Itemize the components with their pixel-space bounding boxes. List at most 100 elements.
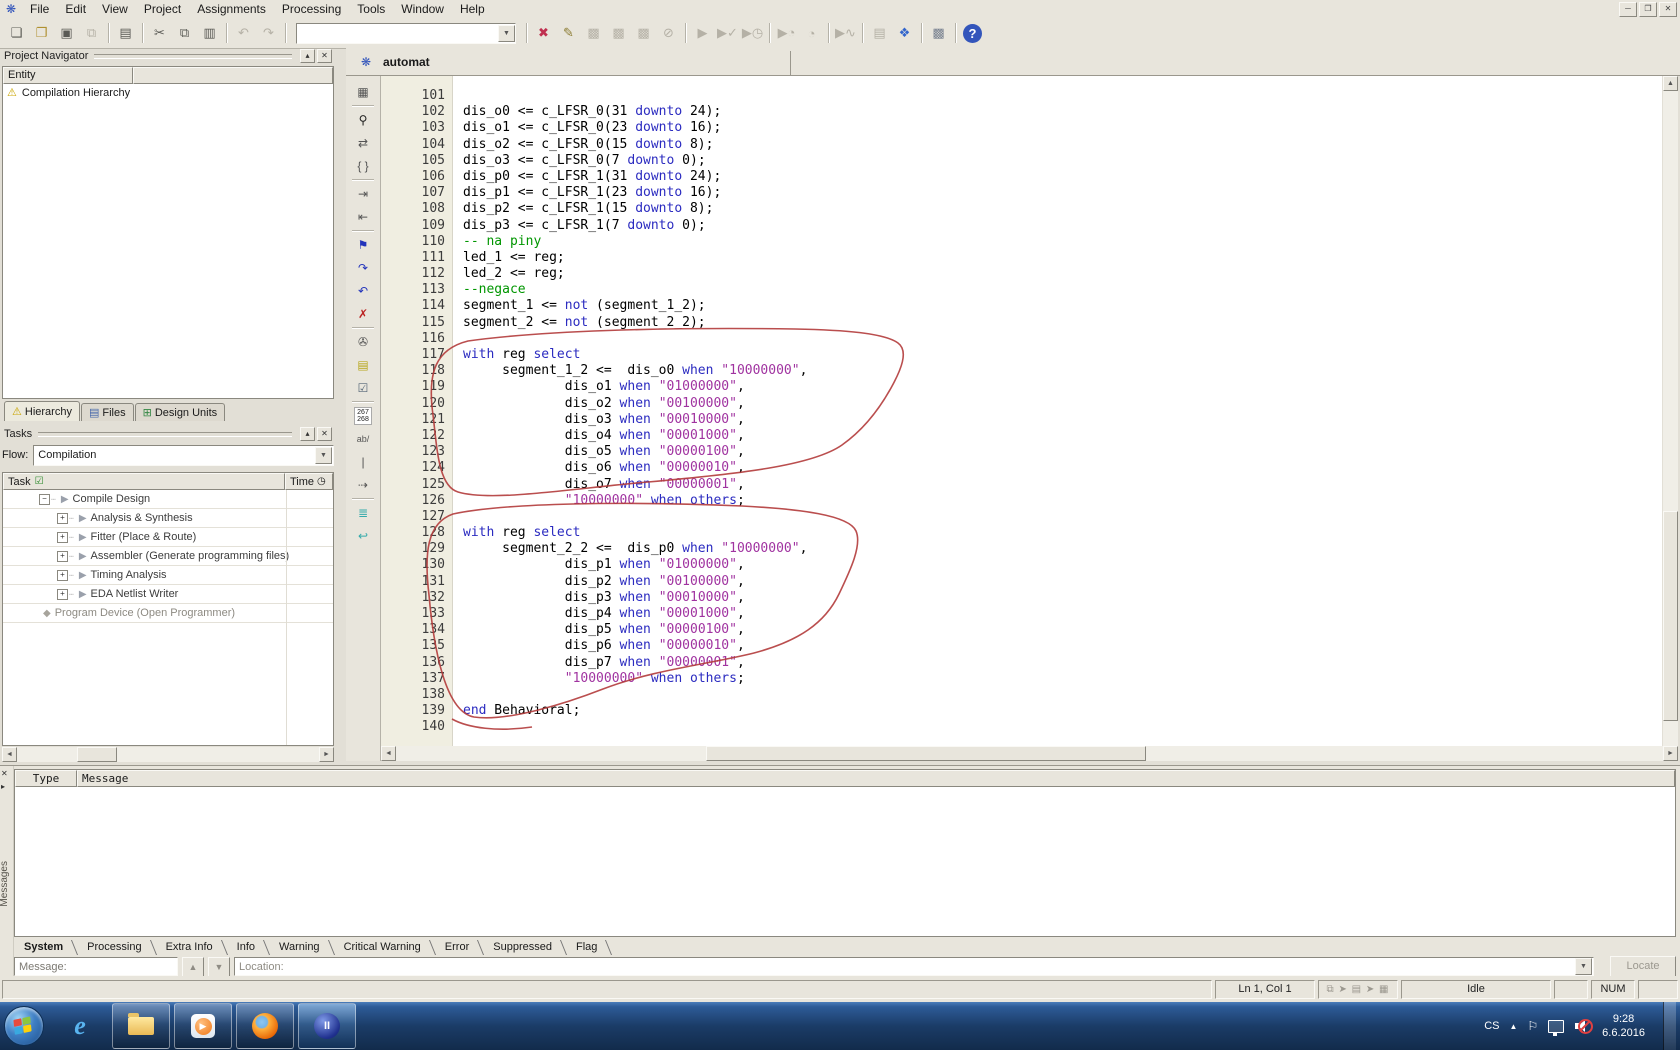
messages-tab-error[interactable]: Error bbox=[437, 939, 485, 955]
code-line[interactable]: 111led_1 <= reg; bbox=[381, 250, 1662, 266]
code-line[interactable]: 136 dis_p7 when "00000001", bbox=[381, 655, 1662, 671]
location-combobox[interactable]: Location: ▼ bbox=[234, 957, 1594, 976]
code-line[interactable]: 131 dis_p2 when "00100000", bbox=[381, 574, 1662, 590]
code-line[interactable]: 103dis_o1 <= c_LFSR_0(23 downto 16); bbox=[381, 120, 1662, 136]
rtl-viewer-button[interactable]: ❖ bbox=[892, 21, 917, 45]
scrollbar-thumb[interactable] bbox=[706, 746, 1146, 761]
menu-file[interactable]: File bbox=[22, 1, 57, 17]
text-mode-icon[interactable]: ab/ bbox=[351, 427, 375, 450]
toggle-bookmark-icon[interactable]: ⚑ bbox=[351, 233, 375, 256]
find-icon[interactable]: ⚲ bbox=[351, 108, 375, 131]
entity-column-header[interactable]: Entity bbox=[3, 67, 133, 84]
flow-combobox[interactable]: Compilation ▼ bbox=[33, 445, 334, 466]
messages-tab-info[interactable]: Info bbox=[229, 939, 271, 955]
menu-view[interactable]: View bbox=[94, 1, 136, 17]
code-line[interactable]: 112led_2 <= reg; bbox=[381, 266, 1662, 282]
tasks-titlebar[interactable]: Tasks ▴ ✕ bbox=[2, 426, 334, 442]
tab-automat[interactable]: automat bbox=[383, 55, 430, 69]
attach-icon[interactable]: ✇ bbox=[351, 330, 375, 353]
convert-icon[interactable]: ↩ bbox=[351, 524, 375, 547]
empty-column-header[interactable] bbox=[133, 67, 333, 84]
messages-tab-flag[interactable]: Flag bbox=[568, 939, 613, 955]
task-row[interactable]: +┄▶EDA Netlist Writer bbox=[3, 585, 333, 604]
tab-files[interactable]: ▤Files bbox=[81, 403, 134, 421]
messages-tab-extra-info[interactable]: Extra Info bbox=[158, 939, 229, 955]
locate-button[interactable]: Locate bbox=[1610, 956, 1676, 977]
volume-muted-icon[interactable] bbox=[1574, 1018, 1592, 1034]
task-row[interactable]: +┄▶Timing Analysis bbox=[3, 566, 333, 585]
check-syntax-icon[interactable]: ☑ bbox=[351, 376, 375, 399]
expand-box-icon[interactable]: + bbox=[57, 589, 68, 600]
code-line[interactable]: 133 dis_p4 when "00001000", bbox=[381, 606, 1662, 622]
scroll-left-icon[interactable]: ◄ bbox=[2, 747, 17, 762]
editor-vertical-scrollbar[interactable]: ▲ ▼ bbox=[1663, 76, 1678, 761]
code-line[interactable]: 114segment_1 <= not (segment_1_2); bbox=[381, 298, 1662, 314]
messages-tab-system[interactable]: System bbox=[16, 939, 79, 955]
insert-template-icon[interactable]: { } bbox=[351, 154, 375, 177]
panel-grip[interactable] bbox=[38, 432, 292, 437]
expand-box-icon[interactable]: + bbox=[57, 532, 68, 543]
scrollbar-thumb[interactable] bbox=[77, 747, 117, 762]
code-line[interactable]: 115segment_2 <= not (segment_2_2); bbox=[381, 315, 1662, 331]
code-line[interactable]: 124 dis_o6 when "00000010", bbox=[381, 460, 1662, 476]
language-indicator[interactable]: CS bbox=[1484, 1020, 1499, 1032]
next-message-button[interactable]: ▼ bbox=[208, 957, 230, 977]
tasks-horizontal-scrollbar[interactable]: ◄ ► bbox=[2, 747, 334, 762]
tab-hierarchy[interactable]: ⚠Hierarchy bbox=[4, 401, 80, 421]
project-navigator-titlebar[interactable]: Project Navigator ▴ ✕ bbox=[2, 48, 334, 64]
firefox-icon[interactable] bbox=[236, 1003, 294, 1049]
message-column-header[interactable]: Message bbox=[77, 770, 1675, 787]
code-line[interactable]: 108dis_p2 <= c_LFSR_1(15 downto 8); bbox=[381, 201, 1662, 217]
code-line[interactable]: 123 dis_o5 when "00000100", bbox=[381, 444, 1662, 460]
code-line[interactable]: 110-- na piny bbox=[381, 234, 1662, 250]
messages-tab-critical-warning[interactable]: Critical Warning bbox=[336, 939, 437, 955]
close-icon[interactable]: ✕ bbox=[1, 769, 8, 778]
minimize-button[interactable]: ─ bbox=[1619, 2, 1637, 17]
collapse-box-icon[interactable]: − bbox=[39, 494, 50, 505]
save-button[interactable]: ▣ bbox=[54, 21, 79, 45]
menu-project[interactable]: Project bbox=[136, 1, 189, 17]
chevron-down-icon[interactable]: ▼ bbox=[498, 25, 515, 42]
chevron-down-icon[interactable]: ▼ bbox=[1575, 958, 1592, 975]
code-line[interactable]: 139end Behavioral; bbox=[381, 703, 1662, 719]
goto-icon[interactable]: ⇢ bbox=[351, 473, 375, 496]
menu-tools[interactable]: Tools bbox=[349, 1, 393, 17]
code-line[interactable]: 129 segment_2_2 <= dis_p0 when "10000000… bbox=[381, 541, 1662, 557]
code-line[interactable]: 127 bbox=[381, 509, 1662, 525]
panel-grip[interactable] bbox=[94, 54, 292, 59]
code-line[interactable]: 121 dis_o3 when "00010000", bbox=[381, 412, 1662, 428]
collapse-icon[interactable]: ▴ bbox=[300, 49, 315, 63]
code-line[interactable]: 113--negace bbox=[381, 282, 1662, 298]
code-editor[interactable]: 101102dis_o0 <= c_LFSR_0(31 downto 24);1… bbox=[381, 76, 1662, 761]
messages-tab-warning[interactable]: Warning bbox=[271, 939, 336, 955]
task-row[interactable]: ◆Program Device (Open Programmer) bbox=[3, 604, 333, 623]
menu-edit[interactable]: Edit bbox=[57, 1, 94, 17]
stop-processing-button[interactable]: ✖ bbox=[531, 21, 556, 45]
print-button[interactable]: ▤ bbox=[113, 21, 138, 45]
clear-bookmarks-icon[interactable]: ✗ bbox=[351, 302, 375, 325]
task-row[interactable]: −┄▶Compile Design bbox=[3, 490, 333, 509]
action-center-flag-icon[interactable]: ⚐ bbox=[1527, 1019, 1538, 1033]
code-line[interactable]: 120 dis_o2 when "00100000", bbox=[381, 396, 1662, 412]
code-line[interactable]: 137 "10000000" when others; bbox=[381, 671, 1662, 687]
entity-row[interactable]: ⚠Compilation Hierarchy bbox=[3, 84, 333, 101]
replace-icon[interactable]: ⇄ bbox=[351, 131, 375, 154]
code-line[interactable]: 138 bbox=[381, 687, 1662, 703]
windows-explorer-icon[interactable] bbox=[112, 1003, 170, 1049]
media-player-icon[interactable]: ▶ bbox=[174, 1003, 232, 1049]
restore-button[interactable]: ❐ bbox=[1639, 2, 1657, 17]
code-line[interactable]: 117with reg select bbox=[381, 347, 1662, 363]
code-line[interactable]: 134 dis_p5 when "00000100", bbox=[381, 622, 1662, 638]
expand-box-icon[interactable]: + bbox=[57, 570, 68, 581]
code-line[interactable]: 130 dis_p1 when "01000000", bbox=[381, 557, 1662, 573]
messages-tab-processing[interactable]: Processing bbox=[79, 939, 157, 955]
copy-button[interactable]: ⧉ bbox=[172, 21, 197, 45]
previous-message-button[interactable]: ▲ bbox=[182, 957, 204, 977]
network-icon[interactable] bbox=[1548, 1020, 1564, 1033]
menu-processing[interactable]: Processing bbox=[274, 1, 349, 17]
scroll-left-icon[interactable]: ◄ bbox=[381, 746, 396, 761]
code-line[interactable]: 109dis_p3 <= c_LFSR_1(7 downto 0); bbox=[381, 218, 1662, 234]
close-icon[interactable]: ✕ bbox=[317, 427, 332, 441]
decrease-indent-icon[interactable]: ⇤ bbox=[351, 205, 375, 228]
message-field[interactable]: Message: bbox=[14, 957, 178, 976]
